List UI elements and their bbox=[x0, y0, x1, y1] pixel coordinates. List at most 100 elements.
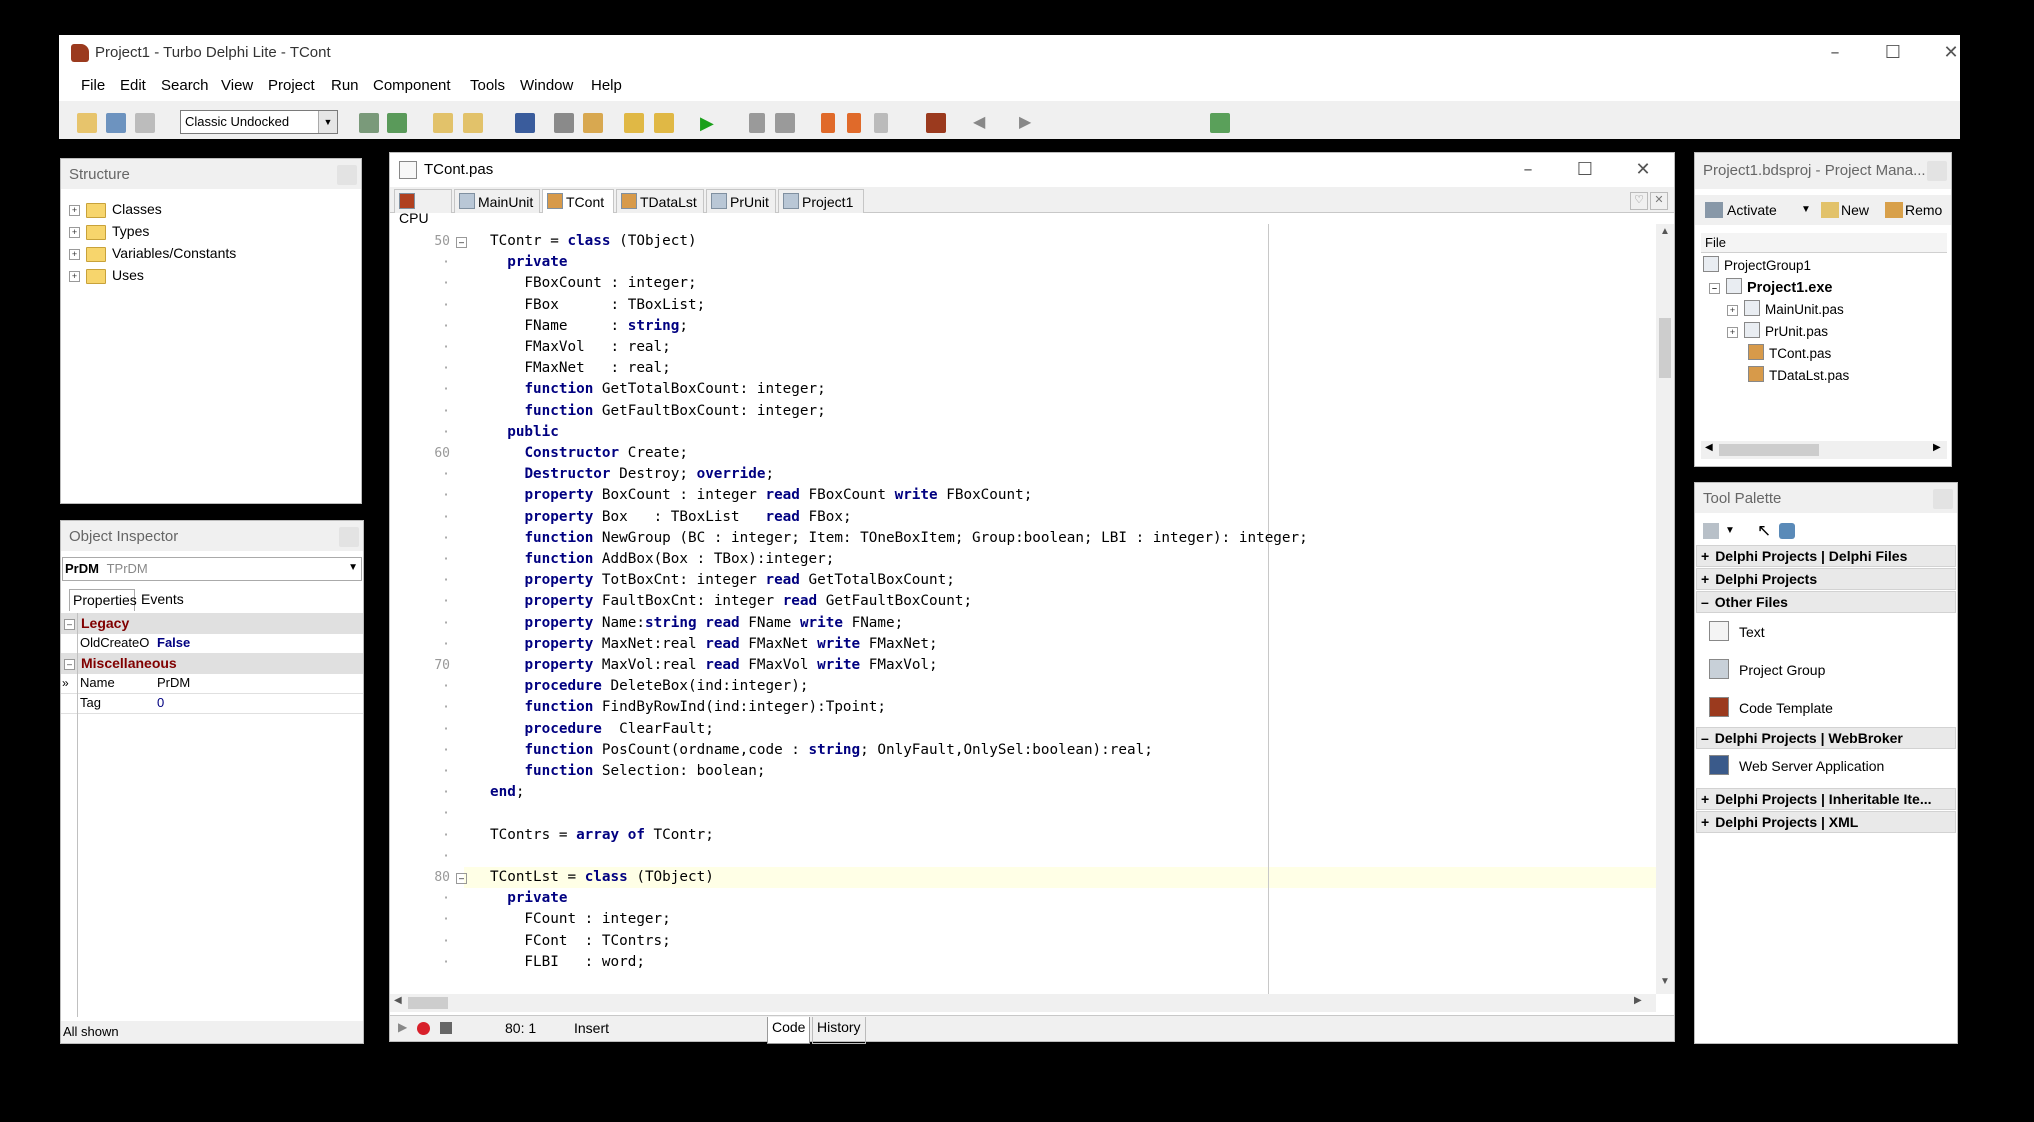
new-items-icon[interactable] bbox=[77, 113, 97, 133]
tree-item-classes[interactable]: + Classes bbox=[69, 199, 162, 219]
collapse-icon[interactable]: – bbox=[1709, 282, 1720, 294]
menu-tools[interactable]: Tools bbox=[470, 77, 505, 94]
chevron-down-icon[interactable]: ▼ bbox=[1725, 525, 1735, 536]
trace-into-icon[interactable] bbox=[821, 113, 835, 133]
tab-history[interactable]: History bbox=[812, 1017, 866, 1044]
cursor-icon[interactable]: ↖ bbox=[1757, 521, 1771, 541]
close-button[interactable]: ✕ bbox=[1620, 153, 1666, 187]
code-line[interactable]: private bbox=[490, 252, 567, 273]
tab-code[interactable]: Code bbox=[767, 1017, 811, 1044]
close-tab-icon[interactable]: ✕ bbox=[1650, 192, 1668, 210]
pause-icon[interactable] bbox=[749, 113, 765, 133]
tab-mainunit[interactable]: MainUnit bbox=[454, 189, 540, 213]
view-unit-icon[interactable] bbox=[583, 113, 603, 133]
tree-item-tcont[interactable]: TCont.pas bbox=[1748, 343, 1831, 365]
collapse-icon[interactable]: – bbox=[64, 619, 75, 631]
forward-icon[interactable]: ▶ bbox=[1019, 113, 1039, 133]
fold-toggle-icon[interactable]: – bbox=[456, 237, 467, 248]
run-to-cursor-icon[interactable] bbox=[874, 113, 888, 133]
category-webbroker[interactable]: – Delphi Projects | WebBroker bbox=[1696, 727, 1956, 749]
tree-item-uses[interactable]: + Uses bbox=[69, 265, 144, 285]
close-icon[interactable] bbox=[1933, 489, 1953, 509]
code-line[interactable]: procedure ClearFault; bbox=[490, 719, 713, 740]
close-icon[interactable] bbox=[339, 527, 359, 547]
horizontal-scrollbar[interactable]: ◀ ▶ bbox=[1701, 441, 1947, 459]
maximize-button[interactable]: ☐ bbox=[1870, 35, 1916, 71]
minimize-button[interactable]: – bbox=[1812, 35, 1858, 71]
horizontal-scrollbar[interactable]: ◀ ▶ bbox=[390, 994, 1656, 1012]
tab-project1[interactable]: Project1 bbox=[778, 189, 864, 213]
tree-item-mainunit[interactable]: + MainUnit.pas bbox=[1727, 299, 1844, 321]
code-line[interactable]: property FaultBoxCnt: integer read GetFa… bbox=[490, 591, 972, 612]
property-value[interactable]: 0 bbox=[157, 693, 164, 713]
property-row[interactable]: Tag 0 bbox=[61, 693, 363, 714]
property-value[interactable]: False bbox=[157, 633, 190, 653]
chevron-down-icon[interactable]: ▼ bbox=[1801, 204, 1811, 215]
save-icon[interactable] bbox=[515, 113, 535, 133]
maximize-button[interactable]: ☐ bbox=[1562, 153, 1608, 187]
palette-item-web-server-application[interactable]: Web Server Application bbox=[1709, 751, 1884, 781]
menu-edit[interactable]: Edit bbox=[120, 77, 146, 94]
stop-macro-icon[interactable] bbox=[440, 1022, 452, 1034]
expand-icon[interactable]: + bbox=[1727, 304, 1738, 316]
help-contents-icon[interactable] bbox=[926, 113, 946, 133]
category-delphi-projects[interactable]: + Delphi Projects bbox=[1696, 568, 1956, 590]
tab-cpu[interactable]: CPU bbox=[394, 189, 452, 226]
category-other-files[interactable]: – Other Files bbox=[1696, 591, 1956, 613]
expand-icon[interactable]: + bbox=[69, 204, 80, 216]
tab-tcont[interactable]: TCont bbox=[542, 189, 614, 213]
palette-item-project-group[interactable]: Project Group bbox=[1709, 655, 1825, 685]
code-line[interactable]: TContrs = array of TContr; bbox=[490, 825, 714, 846]
code-line[interactable]: function Selection: boolean; bbox=[490, 761, 765, 782]
reopen-icon[interactable] bbox=[463, 113, 483, 133]
code-line[interactable]: property Box : TBoxList read FBox; bbox=[490, 507, 851, 528]
expand-icon[interactable]: + bbox=[1727, 326, 1738, 338]
tree-item-tdatalst[interactable]: TDataLst.pas bbox=[1748, 365, 1849, 387]
code-line[interactable]: FMaxVol : real; bbox=[490, 337, 670, 358]
code-line[interactable]: property MaxNet:real read FMaxNet write … bbox=[490, 634, 937, 655]
category-delphi-files[interactable]: + Delphi Projects | Delphi Files bbox=[1696, 545, 1956, 567]
program-reset-icon[interactable] bbox=[775, 113, 795, 133]
run-icon[interactable]: ▶ bbox=[700, 113, 720, 133]
scroll-left-icon[interactable]: ◀ bbox=[394, 995, 402, 1006]
remove-file-icon[interactable] bbox=[654, 113, 674, 133]
add-file-icon[interactable] bbox=[624, 113, 644, 133]
tree-item-types[interactable]: + Types bbox=[69, 221, 149, 241]
expand-icon[interactable]: + bbox=[69, 270, 80, 282]
code-line[interactable]: Destructor Destroy; override; bbox=[490, 464, 774, 485]
tab-list-icon[interactable]: ♡ bbox=[1630, 192, 1648, 210]
code-line[interactable]: FName : string; bbox=[490, 316, 688, 337]
back-icon[interactable]: ◀ bbox=[973, 113, 993, 133]
tab-properties[interactable]: Properties bbox=[69, 589, 137, 611]
menu-project[interactable]: Project bbox=[268, 77, 315, 94]
group-miscellaneous[interactable]: – Miscellaneous bbox=[61, 653, 363, 674]
tab-tdatalst[interactable]: TDataLst bbox=[616, 189, 704, 213]
desktop-layout-select[interactable]: Classic Undocked ▼ bbox=[180, 110, 338, 134]
open-project-icon[interactable] bbox=[106, 113, 126, 133]
code-line[interactable]: FCount : integer; bbox=[490, 909, 670, 930]
menu-search[interactable]: Search bbox=[161, 77, 209, 94]
code-line[interactable]: FBox : TBoxList; bbox=[490, 295, 705, 316]
record-macro-icon[interactable] bbox=[417, 1022, 430, 1035]
collapse-icon[interactable]: – bbox=[64, 659, 75, 671]
property-value[interactable]: PrDM bbox=[157, 673, 190, 693]
code-line[interactable]: function FindByRowInd(ind:integer):Tpoin… bbox=[490, 697, 886, 718]
close-icon[interactable] bbox=[337, 165, 357, 185]
expand-icon[interactable]: + bbox=[69, 226, 80, 238]
tree-item-prunit[interactable]: + PrUnit.pas bbox=[1727, 321, 1828, 343]
code-area[interactable]: 50– · · · · · · · · · 60 · · · · · · · · · 70 · · · · · · · · · 80– · · ·… bbox=[390, 224, 1656, 994]
code-line[interactable]: function AddBox(Box : TBox):integer; bbox=[490, 549, 834, 570]
palette-item-text[interactable]: Text bbox=[1709, 617, 1765, 647]
code-line[interactable]: TContr = class (TObject) bbox=[490, 231, 697, 252]
property-row[interactable]: » Name PrDM bbox=[61, 673, 363, 694]
category-xml[interactable]: + Delphi Projects | XML bbox=[1696, 811, 1956, 833]
scroll-up-icon[interactable]: ▲ bbox=[1660, 226, 1670, 237]
close-button[interactable]: ✕ bbox=[1928, 35, 1974, 71]
scroll-thumb[interactable] bbox=[1719, 444, 1819, 456]
scroll-right-icon[interactable]: ▶ bbox=[1634, 995, 1642, 1006]
code-line[interactable]: FBoxCount : integer; bbox=[490, 273, 696, 294]
help-book-icon[interactable] bbox=[1210, 113, 1230, 133]
code-line[interactable]: FLBI : word; bbox=[490, 952, 645, 973]
add-to-project-icon[interactable] bbox=[387, 113, 407, 133]
code-line[interactable]: property BoxCount : integer read FBoxCou… bbox=[490, 485, 1032, 506]
